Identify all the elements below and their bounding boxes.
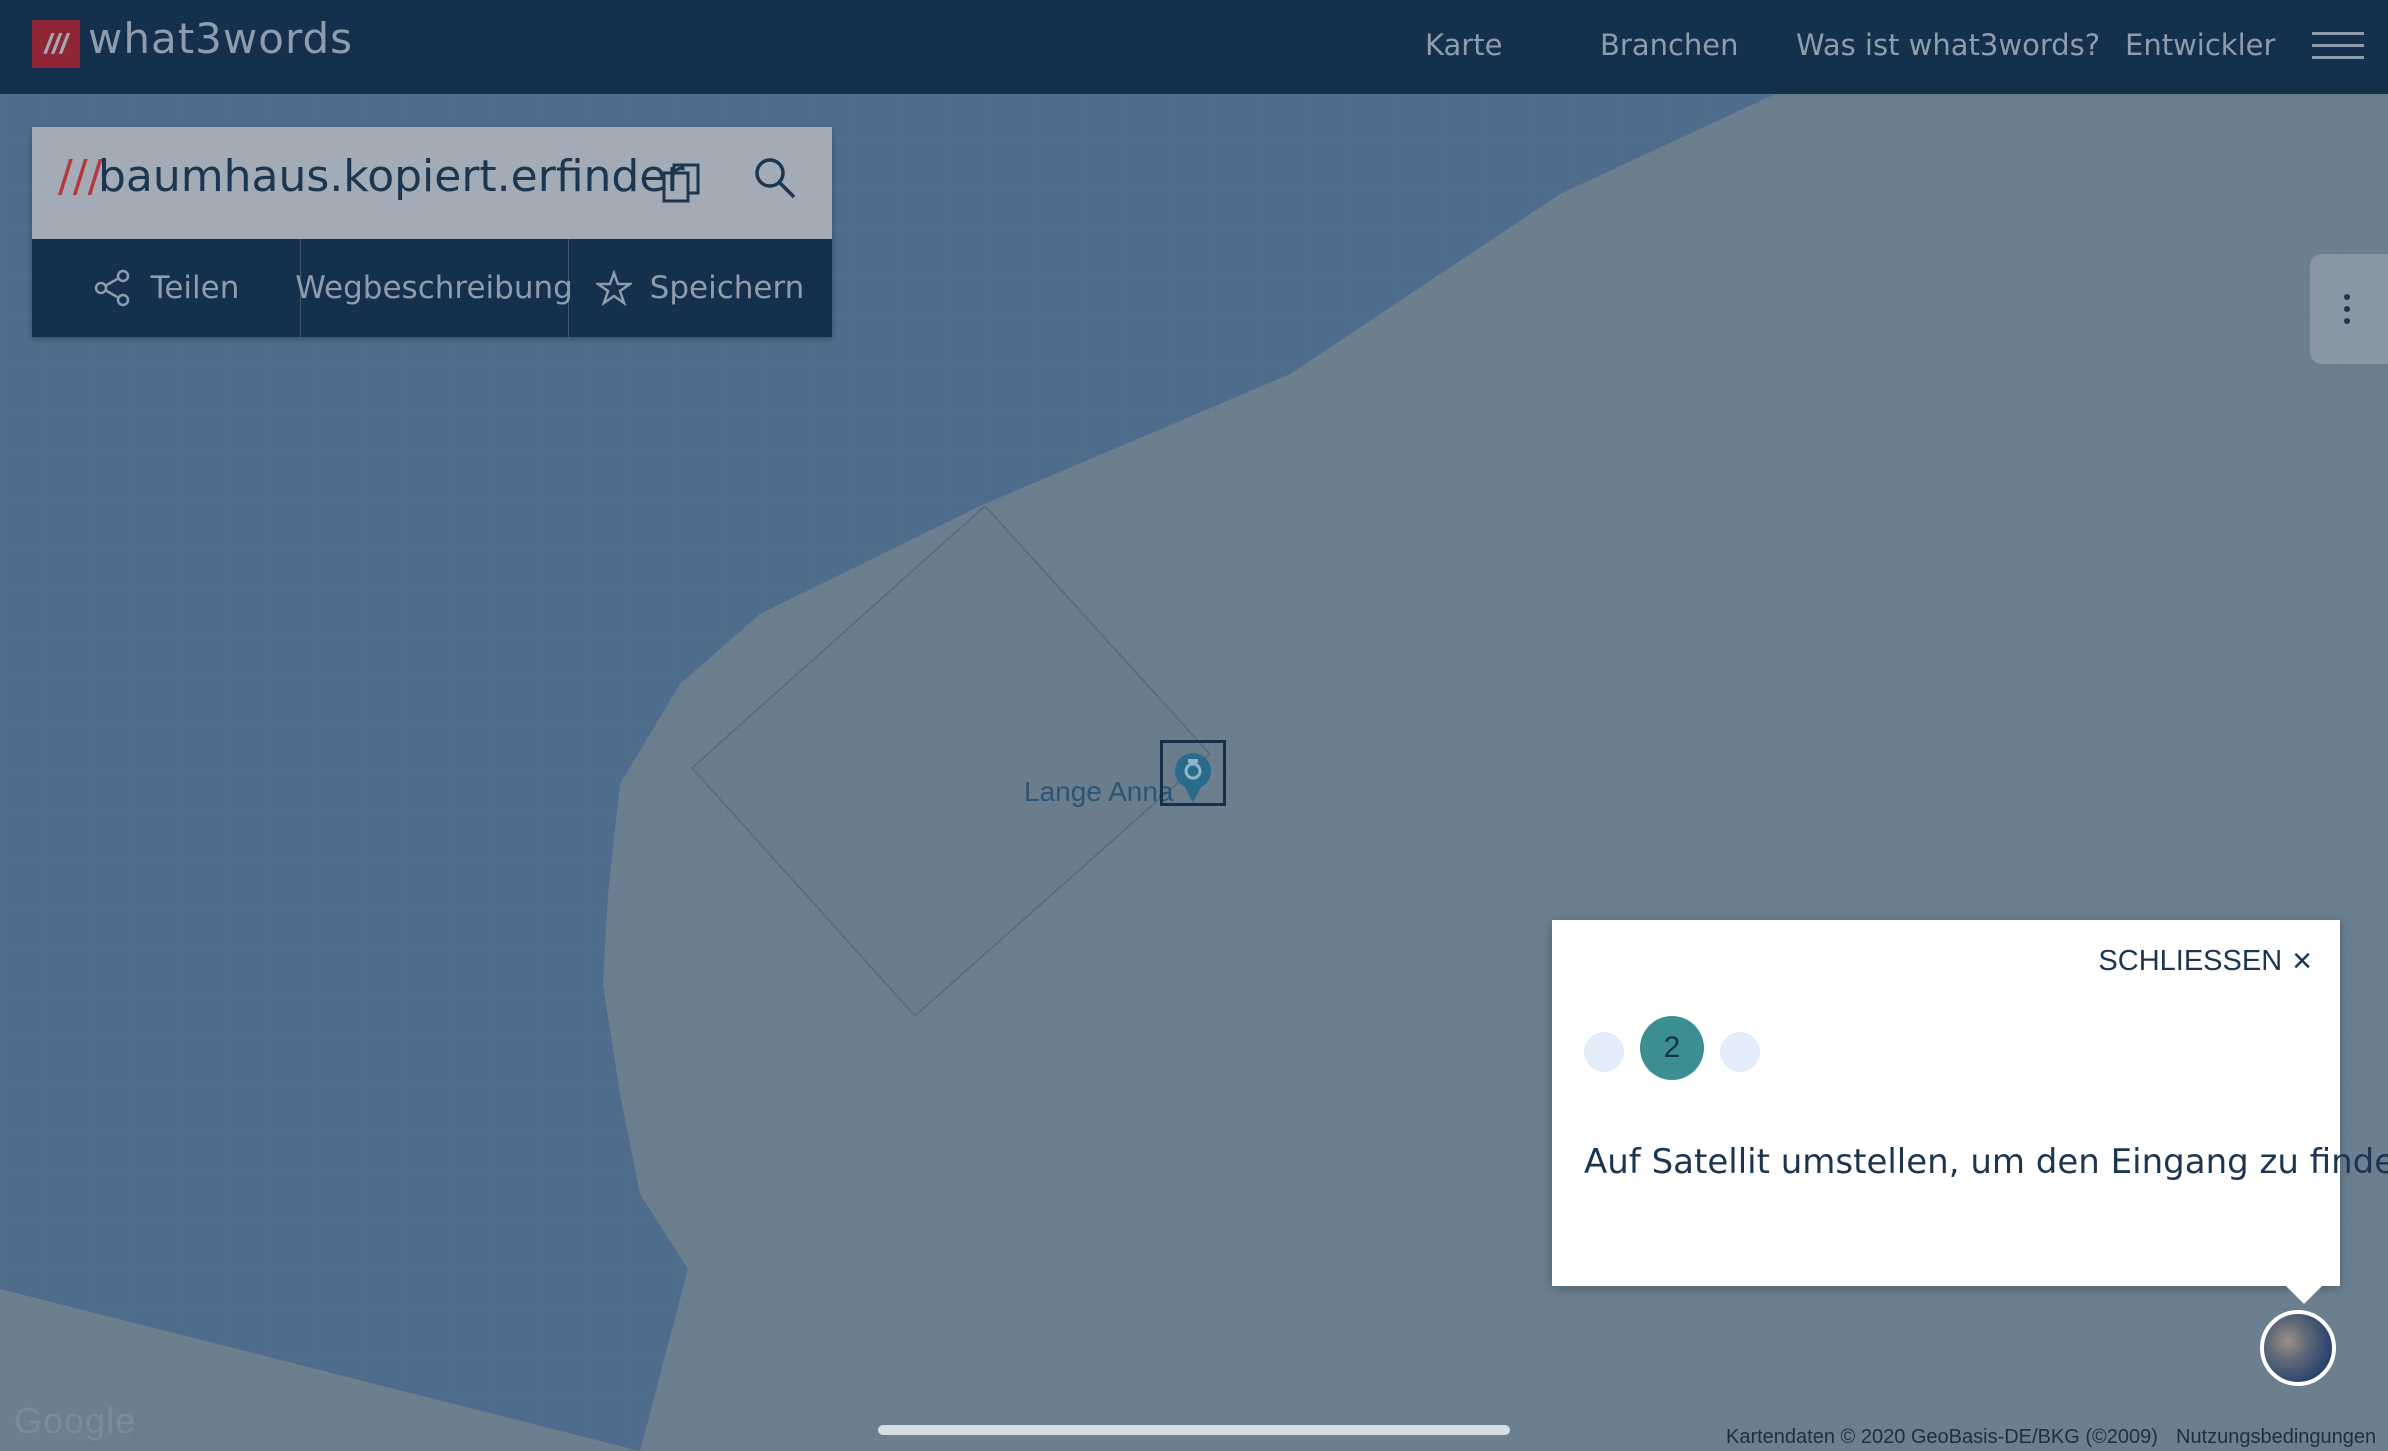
share-label: Teilen	[150, 270, 240, 306]
camera-pin-icon	[1175, 753, 1211, 803]
close-icon: ×	[2292, 942, 2312, 980]
directions-button[interactable]: Wegbeschreibung	[295, 239, 573, 337]
more-options-button[interactable]	[2310, 254, 2388, 364]
close-label: SCHLIESSEN	[2098, 945, 2283, 977]
more-dot-icon	[2344, 318, 2350, 324]
copy-icon[interactable]	[658, 159, 708, 209]
step-indicator-1[interactable]	[1584, 1032, 1624, 1072]
map-attribution: Kartendaten © 2020 GeoBasis-DE/BKG (©200…	[1726, 1426, 2158, 1448]
terms-link[interactable]: Nutzungsbedingungen	[2176, 1426, 2376, 1449]
more-dot-icon	[2344, 294, 2350, 300]
address-panel: /// baumhaus.kopiert.erfinder Teilen Weg…	[32, 127, 832, 337]
address-bar[interactable]: /// baumhaus.kopiert.erfinder	[32, 127, 832, 239]
nav-link-was-ist-what3words[interactable]: Was ist what3words?	[1796, 28, 2100, 62]
three-word-address[interactable]: baumhaus.kopiert.erfinder	[98, 151, 685, 202]
google-logo: Google	[14, 1400, 137, 1441]
poi-marker[interactable]	[1160, 740, 1226, 806]
tooltip-message: Auf Satellit umstellen, um den Eingang z…	[1584, 1142, 2388, 1182]
step-indicator-active[interactable]: 2	[1640, 1016, 1704, 1080]
satellite-toggle-button[interactable]	[2260, 1310, 2336, 1386]
nav-link-branchen[interactable]: Branchen	[1600, 28, 1739, 62]
nav-link-karte[interactable]: Karte	[1425, 28, 1502, 62]
brand-name[interactable]: what3words	[88, 14, 353, 63]
action-bar: Teilen Wegbeschreibung Speichern	[32, 239, 832, 337]
save-label: Speichern	[649, 270, 805, 306]
poi-label[interactable]: Lange Anna	[1024, 776, 1174, 808]
onboarding-tooltip: SCHLIESSEN × 2 Auf Satellit umstellen, u…	[1552, 920, 2388, 1304]
star-icon	[595, 270, 632, 306]
address-slashes: ///	[58, 151, 103, 202]
directions-label: Wegbeschreibung	[295, 270, 573, 306]
share-icon	[94, 269, 129, 307]
search-icon[interactable]	[750, 153, 800, 203]
more-dot-icon	[2344, 306, 2350, 312]
what3words-logo-icon[interactable]: ///	[32, 20, 80, 68]
save-button[interactable]: Speichern	[568, 239, 832, 337]
hamburger-menu-icon[interactable]	[2312, 32, 2364, 62]
home-indicator	[878, 1425, 1510, 1435]
top-navigation-bar: /// what3words Karte Branchen Was ist wh…	[0, 0, 2388, 94]
share-button[interactable]: Teilen	[32, 239, 301, 337]
nav-link-entwickler[interactable]: Entwickler	[2125, 28, 2275, 62]
step-indicator-3[interactable]	[1720, 1032, 1760, 1072]
close-tooltip-button[interactable]: SCHLIESSEN ×	[2098, 942, 2312, 981]
